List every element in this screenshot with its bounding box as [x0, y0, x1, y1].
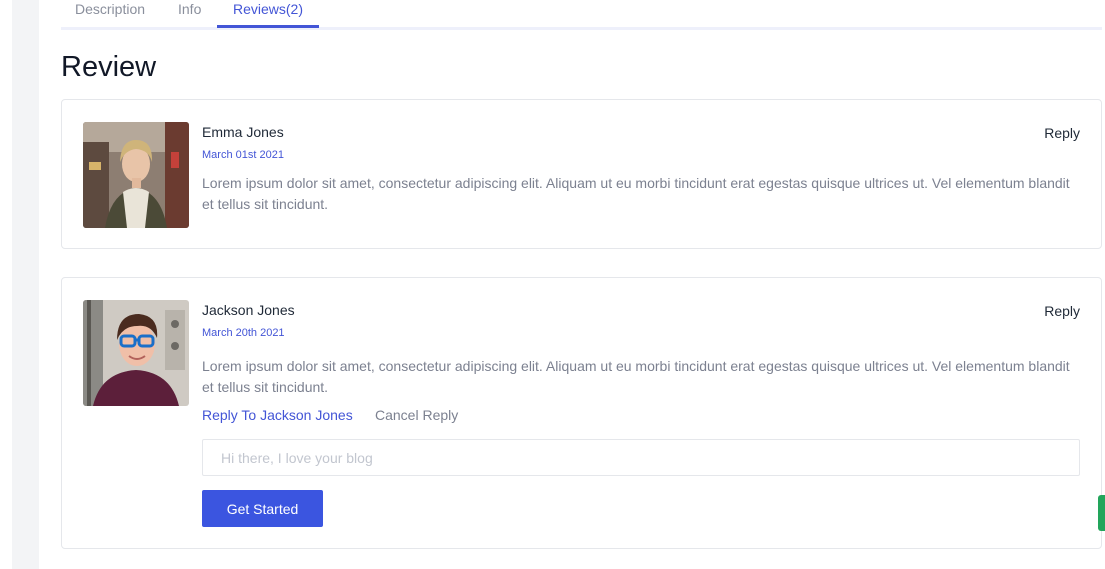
review-card: Emma Jones March 01st 2021 Lorem ipsum d…: [61, 99, 1102, 249]
review-date: March 01st 2021: [202, 149, 284, 161]
cancel-reply-link[interactable]: Cancel Reply: [375, 407, 458, 424]
reply-link[interactable]: Reply: [1044, 303, 1080, 320]
tab-info[interactable]: Info: [178, 1, 201, 27]
tab-reviews[interactable]: Reviews(2): [217, 1, 319, 27]
review-card: Jackson Jones March 20th 2021 Lorem ipsu…: [61, 277, 1102, 549]
reply-link[interactable]: Reply: [1044, 125, 1080, 142]
page-title: Review: [61, 51, 157, 83]
avatar: [83, 300, 189, 406]
tab-bar: Description Info Reviews(2): [61, 0, 1102, 30]
review-text: Lorem ipsum dolor sit amet, consectetur …: [202, 358, 1070, 395]
left-sidebar-strip: [12, 0, 39, 569]
active-tab-indicator: [217, 25, 319, 28]
review-text: Lorem ipsum dolor sit amet, consectetur …: [202, 175, 1070, 212]
side-feedback-tab[interactable]: [1098, 495, 1105, 531]
reply-to-link[interactable]: Reply To Jackson Jones: [202, 407, 353, 424]
reviewer-name: Emma Jones: [202, 124, 284, 140]
tab-description[interactable]: Description: [75, 1, 145, 27]
reviewer-photo: [83, 300, 189, 406]
reviewer-name: Jackson Jones: [202, 302, 295, 318]
reply-input[interactable]: [202, 439, 1080, 476]
get-started-button[interactable]: Get Started: [202, 490, 323, 527]
avatar: [83, 122, 189, 228]
reviewer-photo: [83, 122, 189, 228]
review-date: March 20th 2021: [202, 327, 285, 339]
